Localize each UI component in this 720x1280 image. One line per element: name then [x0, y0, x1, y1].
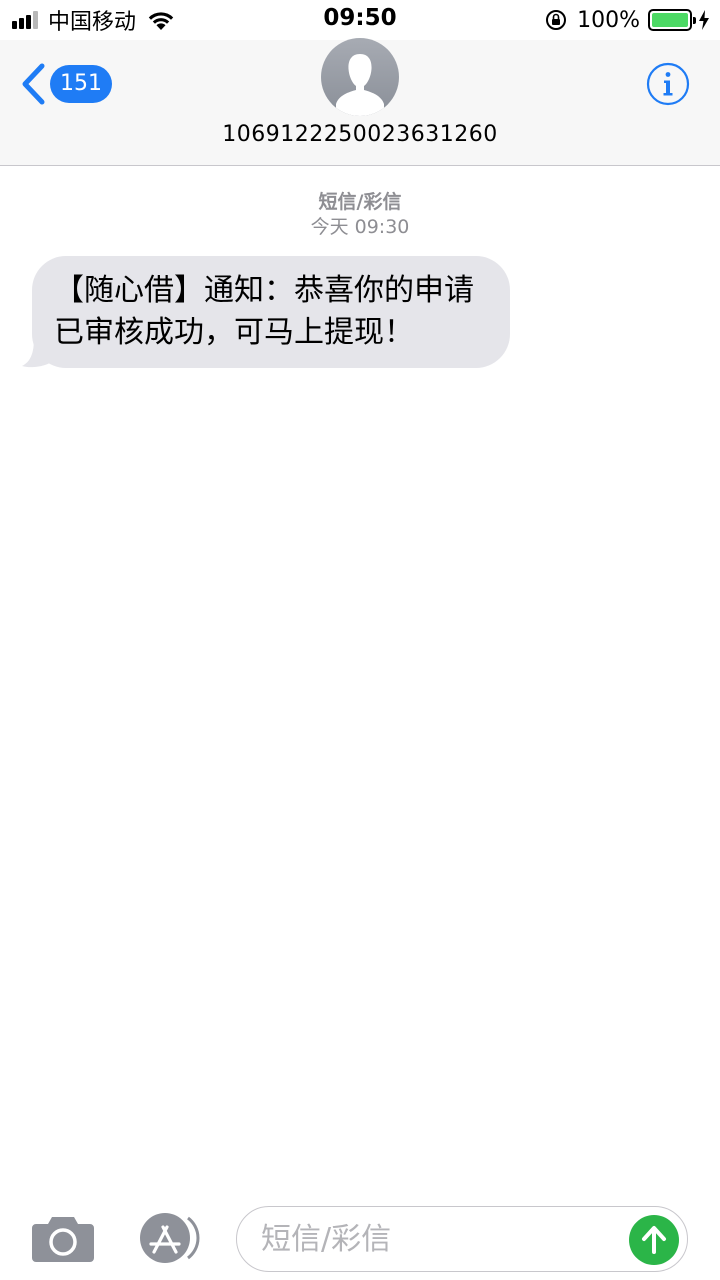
camera-icon[interactable]	[32, 1214, 94, 1262]
status-bar: 中国移动 09:50 100%	[0, 0, 720, 40]
unread-count-badge: 151	[50, 65, 112, 103]
messages-screen: 中国移动 09:50 100% 151 1069122250023631260 …	[0, 0, 720, 1280]
status-right: 100%	[545, 6, 710, 34]
chevron-left-icon	[22, 63, 45, 105]
message-input-field[interactable]	[236, 1206, 688, 1272]
conversation-header: 151 1069122250023631260	[0, 38, 720, 166]
battery-icon	[648, 9, 696, 31]
message-type-label: 短信/彩信	[318, 191, 402, 213]
back-button[interactable]: 151	[20, 62, 112, 106]
send-button[interactable]	[629, 1215, 679, 1265]
info-icon[interactable]	[646, 62, 690, 106]
message-input[interactable]	[261, 1219, 621, 1259]
orientation-lock-icon	[546, 10, 567, 30]
app-store-icon[interactable]	[134, 1212, 204, 1264]
compose-bar	[0, 1200, 720, 1280]
battery-percent: 100%	[577, 7, 640, 33]
avatar-icon[interactable]	[321, 38, 399, 116]
message-timestamp: 今天 09:30	[310, 216, 410, 238]
message-thread: 短信/彩信 今天 09:30 【随心借】通知：恭喜你的申请已审核成功，可马上提现…	[0, 166, 720, 368]
contact-number[interactable]: 1069122250023631260	[0, 122, 720, 147]
message-bubble: 【随心借】通知：恭喜你的申请已审核成功，可马上提现！	[32, 256, 510, 368]
send-arrow-icon	[642, 1226, 666, 1254]
charging-bolt-icon	[699, 10, 709, 30]
incoming-message[interactable]: 【随心借】通知：恭喜你的申请已审核成功，可马上提现！	[20, 256, 510, 368]
